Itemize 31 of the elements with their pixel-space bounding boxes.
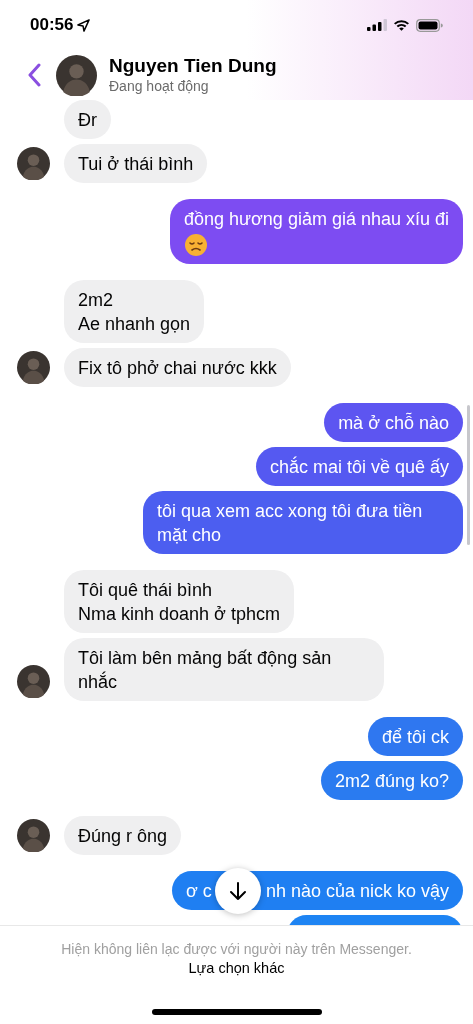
- down-arrow-icon: [228, 881, 247, 902]
- contact-name: Nguyen Tien Dung: [109, 55, 277, 77]
- avatar-icon: [17, 147, 50, 180]
- message-bubble: Tui ở thái bình: [64, 144, 208, 183]
- message-bubble: 2m2 đúng ko?: [320, 761, 463, 800]
- avatar-icon: [17, 351, 50, 384]
- avatar-icon: [17, 819, 50, 852]
- message-bubble: Đr: [64, 100, 111, 139]
- status-time: 00:56: [30, 15, 74, 35]
- location-arrow-icon: [77, 18, 91, 32]
- message-bubble: đồng hương giảm giá nhau xíu đi: [169, 199, 463, 264]
- message-bubble: để tôi ck: [367, 717, 463, 756]
- sad-face-icon: [183, 232, 208, 257]
- message-bubble: mà ở chỗ nào: [324, 403, 463, 442]
- avatar-icon: [17, 665, 50, 698]
- other-options-link[interactable]: Lựa chọn khác: [188, 959, 285, 977]
- message-bubble: Fix tô phở chai nước kkk: [64, 348, 291, 387]
- message-bubble: 2m2 Ae nhanh gọn: [64, 280, 205, 343]
- unavailable-notice: Hiện không liên lạc được với người này trên Messenger.: [61, 940, 412, 958]
- signal-icon: [367, 19, 387, 31]
- wifi-icon: [393, 19, 410, 31]
- message-bubble: chắc mai tôi về quê ấy: [255, 447, 463, 486]
- battery-icon: [416, 18, 443, 32]
- back-icon: [27, 63, 41, 87]
- scroll-down-button[interactable]: [214, 868, 261, 915]
- message-bubble: Đúng r ông: [64, 816, 182, 855]
- message-bubble: Tôi làm bên mảng bất động sản nhắc: [64, 638, 384, 701]
- message-bubble: tôi qua xem acc xong tôi đưa tiền mặt cho: [143, 491, 463, 554]
- avatar-icon: [56, 54, 97, 96]
- contact-status: Đang hoạt động: [109, 77, 210, 95]
- message-bubble: Tôi quê thái bình Nma kinh doanh ở tphcm: [64, 570, 294, 633]
